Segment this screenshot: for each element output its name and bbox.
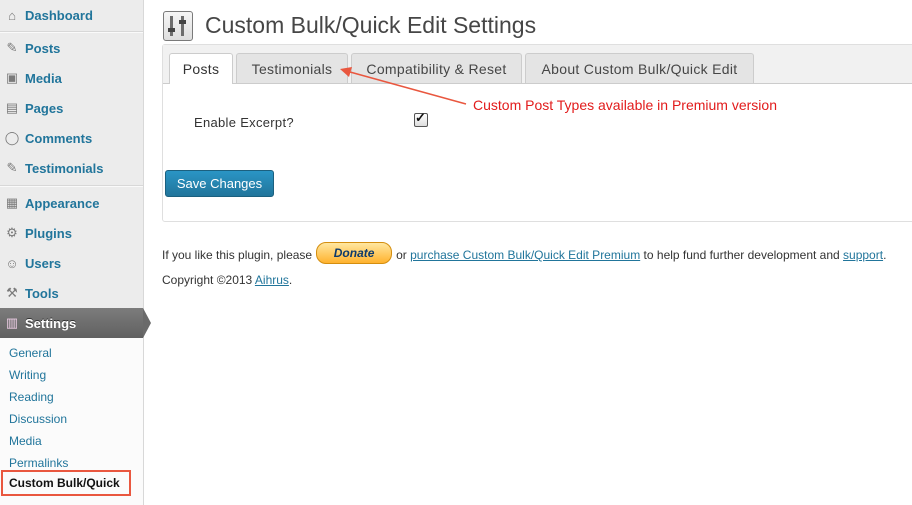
submenu-permalinks[interactable]: Permalinks bbox=[9, 456, 68, 470]
submenu-custom-bulk-quick-label: Custom Bulk/Quick bbox=[9, 476, 120, 490]
submenu-writing[interactable]: Writing bbox=[9, 368, 46, 382]
menu-testimonials[interactable]: ✎ Testimonials bbox=[0, 153, 143, 183]
menu-users-label: Users bbox=[25, 255, 62, 271]
donate-line: If you like this plugin, please Donate o… bbox=[162, 242, 887, 266]
menu-separator bbox=[0, 185, 143, 187]
page-title: Custom Bulk/Quick Edit Settings bbox=[205, 12, 537, 38]
plugin-icon: ⚙ bbox=[6, 225, 18, 240]
users-icon: ☺ bbox=[5, 255, 19, 271]
submenu-media[interactable]: Media bbox=[9, 434, 42, 448]
menu-posts-label: Posts bbox=[25, 40, 61, 56]
enable-excerpt-checkbox[interactable] bbox=[414, 110, 428, 127]
menu-plugins[interactable]: ⚙ Plugins bbox=[0, 218, 143, 248]
pin-icon: ✎ bbox=[6, 160, 18, 175]
fund-text: to help fund further development and bbox=[643, 248, 840, 262]
menu-testimonials-label: Testimonials bbox=[25, 160, 104, 176]
menu-media-label: Media bbox=[25, 70, 62, 86]
annotation-text: Custom Post Types available in Premium v… bbox=[473, 97, 777, 113]
media-icon: ▣ bbox=[5, 70, 19, 85]
submenu-general[interactable]: General bbox=[9, 346, 52, 360]
tab-testimonials[interactable]: Testimonials bbox=[236, 53, 348, 83]
menu-pages-label: Pages bbox=[25, 100, 64, 116]
author-link[interactable]: Aihrus bbox=[255, 273, 289, 287]
comment-icon: ◯ bbox=[4, 130, 20, 145]
menu-appearance[interactable]: ▦ Appearance bbox=[0, 188, 143, 218]
copyright-line: Copyright ©2013 Aihrus. bbox=[162, 273, 292, 287]
settings-page-icon bbox=[163, 11, 193, 41]
enable-excerpt-label: Enable Excerpt? bbox=[194, 115, 294, 130]
menu-tools[interactable]: ⚒ Tools bbox=[0, 278, 143, 308]
menu-posts[interactable]: ✎ Posts bbox=[0, 33, 143, 63]
appearance-icon: ▦ bbox=[5, 195, 19, 210]
period-text: . bbox=[883, 248, 887, 262]
menu-plugins-label: Plugins bbox=[25, 225, 72, 241]
donate-button[interactable]: Donate bbox=[316, 242, 393, 264]
menu-comments-label: Comments bbox=[25, 130, 93, 146]
donate-prefix-text: If you like this plugin, please bbox=[162, 248, 313, 262]
submenu-reading[interactable]: Reading bbox=[9, 390, 54, 404]
pin-icon: ✎ bbox=[6, 40, 18, 55]
menu-pages[interactable]: ▤ Pages bbox=[0, 93, 143, 123]
menu-users[interactable]: ☺ Users bbox=[0, 248, 143, 278]
menu-comments[interactable]: ◯ Comments bbox=[0, 123, 143, 153]
menu-appearance-label: Appearance bbox=[25, 195, 100, 211]
copyright-text: Copyright ©2013 bbox=[162, 273, 253, 287]
menu-settings-label: Settings bbox=[25, 315, 77, 331]
menu-tools-label: Tools bbox=[25, 285, 59, 301]
tab-posts[interactable]: Posts bbox=[169, 53, 233, 84]
tools-icon: ⚒ bbox=[6, 285, 18, 300]
submenu-discussion[interactable]: Discussion bbox=[9, 412, 67, 426]
support-link[interactable]: support bbox=[843, 248, 883, 262]
submenu-custom-bulk-quick[interactable]: Custom Bulk/Quick bbox=[1, 470, 131, 496]
copyright-period: . bbox=[288, 273, 293, 287]
menu-settings[interactable]: ▥ Settings bbox=[0, 308, 151, 338]
settings-icon: ▥ bbox=[5, 315, 19, 330]
premium-link[interactable]: purchase Custom Bulk/Quick Edit Premium bbox=[410, 248, 640, 262]
menu-media[interactable]: ▣ Media bbox=[0, 63, 143, 93]
dashboard-icon: ⌂ bbox=[8, 7, 16, 23]
pages-icon: ▤ bbox=[5, 100, 19, 115]
tab-compatibility-reset[interactable]: Compatibility & Reset bbox=[351, 53, 522, 83]
tab-about[interactable]: About Custom Bulk/Quick Edit bbox=[525, 53, 754, 83]
save-changes-button[interactable]: Save Changes bbox=[165, 170, 274, 197]
menu-dashboard[interactable]: ⌂ Dashboard bbox=[0, 0, 143, 30]
or-text: or bbox=[396, 248, 407, 262]
admin-sidebar: ⌂ Dashboard ✎ Posts ▣ Media ▤ Pages ◯ Co… bbox=[0, 0, 151, 505]
menu-dashboard-label: Dashboard bbox=[25, 7, 93, 23]
